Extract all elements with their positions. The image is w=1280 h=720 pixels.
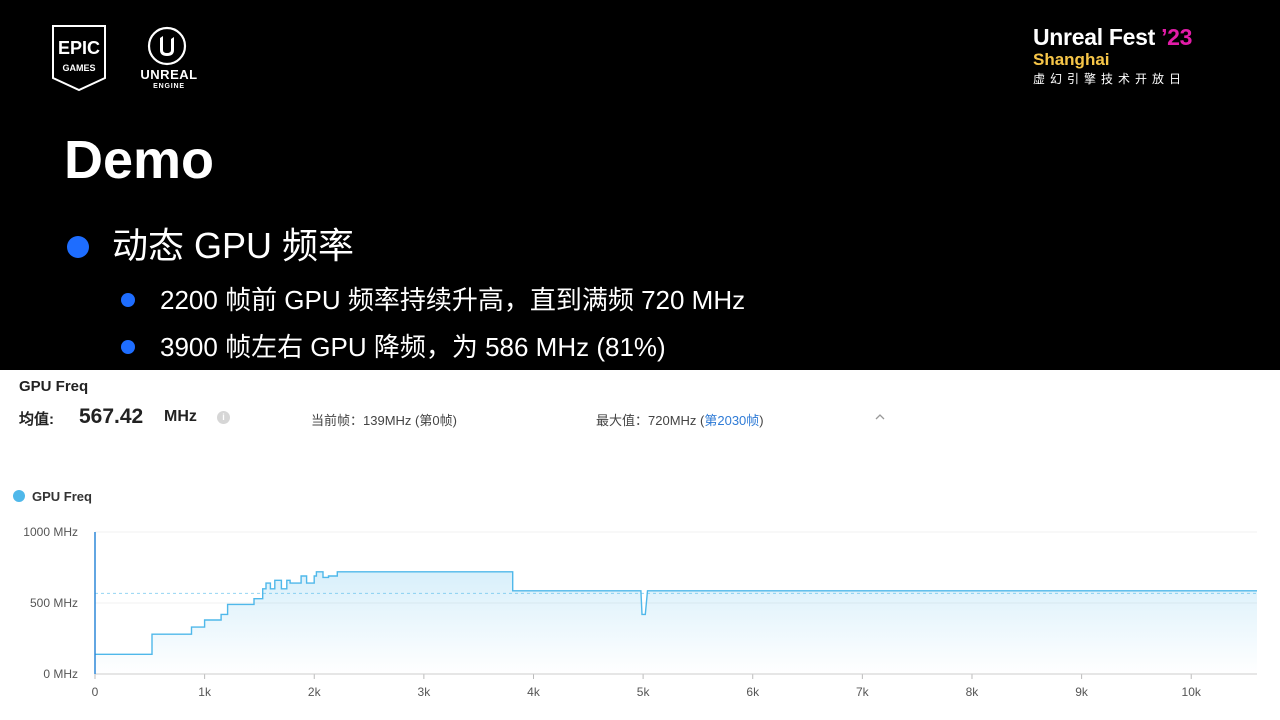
unreal-u-icon bbox=[147, 26, 187, 66]
unreal-wordmark: UNREAL bbox=[140, 67, 198, 82]
bullet-dot-icon bbox=[67, 236, 89, 258]
x-tick-label: 2k bbox=[308, 685, 322, 699]
sub-bullet-text: 2200 帧前 GPU 频率持续升高，直到满频 720 MHz bbox=[160, 285, 746, 315]
max-close-paren: ) bbox=[759, 413, 764, 428]
svg-text:GAMES: GAMES bbox=[62, 63, 95, 73]
fest-title: Unreal Fest ’23 bbox=[1033, 24, 1253, 50]
unreal-fest-logo: Unreal Fest ’23 Shanghai 虚幻引擎技术开放日 bbox=[1033, 24, 1253, 88]
x-tick-label: 4k bbox=[527, 685, 541, 699]
bullet-dot-icon bbox=[121, 340, 135, 354]
x-tick-label: 8k bbox=[966, 685, 980, 699]
fest-name: Unreal Fest bbox=[1033, 24, 1155, 50]
x-tick-label: 1k bbox=[198, 685, 212, 699]
chevron-up-icon[interactable] bbox=[873, 410, 887, 424]
current-frame-value: 当前帧：139MHz (第0帧) bbox=[311, 413, 457, 428]
y-tick-label: 1000 MHz bbox=[23, 525, 78, 539]
max-frame-link[interactable]: 第2030帧 bbox=[704, 413, 759, 428]
fest-city: Shanghai bbox=[1033, 50, 1110, 69]
x-tick-label: 7k bbox=[856, 685, 870, 699]
engine-wordmark: ENGINE bbox=[153, 83, 185, 90]
info-icon[interactable]: i bbox=[217, 411, 230, 424]
x-tick-label: 3k bbox=[418, 685, 432, 699]
unreal-engine-logo: UNREAL ENGINE bbox=[125, 26, 213, 92]
series-area-fill bbox=[95, 571, 1257, 674]
average-label: 均值: bbox=[19, 411, 54, 428]
fest-year: ’23 bbox=[1161, 24, 1193, 50]
bullet-text: 动态 GPU 频率 bbox=[112, 225, 355, 266]
average-unit: MHz bbox=[164, 408, 197, 425]
average-value: 567.42 bbox=[79, 405, 144, 428]
gpu-freq-panel: GPU Freq 均值: 567.42 MHz i 当前帧：139MHz (第0… bbox=[0, 370, 1280, 720]
x-tick-label: 5k bbox=[637, 685, 651, 699]
fest-chinese-subtitle: 虚幻引擎技术开放日 bbox=[1033, 72, 1187, 86]
legend-dot-icon bbox=[13, 490, 25, 502]
max-label: 最大值：720MHz ( bbox=[596, 413, 705, 428]
panel-title: GPU Freq bbox=[19, 378, 89, 395]
bullet-dot-icon bbox=[121, 293, 135, 307]
x-tick-label: 0 bbox=[92, 685, 99, 699]
sub-bullet-text: 3900 帧左右 GPU 降频，为 586 MHz (81%) bbox=[160, 332, 666, 362]
x-tick-label: 10k bbox=[1182, 685, 1202, 699]
max-value: 最大值：720MHz (第2030帧) bbox=[596, 410, 764, 429]
epic-games-logo: EPIC GAMES bbox=[52, 25, 106, 92]
y-tick-label: 500 MHz bbox=[30, 596, 78, 610]
gpu-freq-chart[interactable]: 0 MHz 500 MHz 1000 MHz 0 1k 2k 3k 4k 5k 6k 7k 8k 9k 1… bbox=[0, 510, 1280, 720]
y-tick-label: 0 MHz bbox=[43, 667, 78, 681]
svg-text:EPIC: EPIC bbox=[58, 38, 100, 58]
slide-title: Demo bbox=[64, 130, 215, 190]
chart-legend[interactable]: GPU Freq bbox=[13, 489, 92, 504]
x-tick-label: 9k bbox=[1075, 685, 1089, 699]
legend-label: GPU Freq bbox=[32, 489, 92, 504]
x-tick-label: 6k bbox=[746, 685, 760, 699]
